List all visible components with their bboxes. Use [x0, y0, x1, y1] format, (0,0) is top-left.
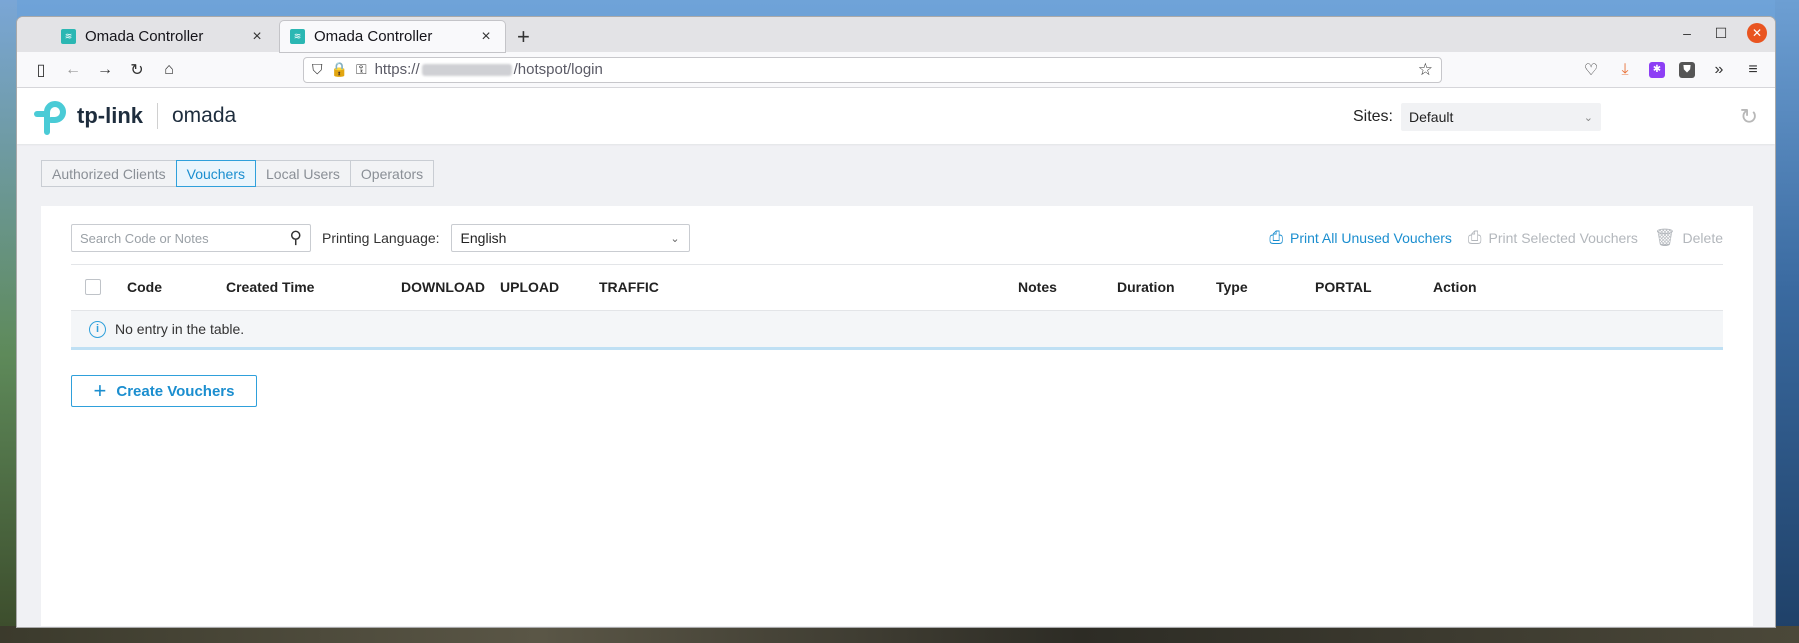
print-all-unused-button[interactable]: ⎙ Print All Unused Vouchers: [1269, 228, 1451, 248]
tab-title: Omada Controller: [314, 28, 433, 45]
plus-icon: +: [93, 378, 107, 403]
reload-icon[interactable]: ↻: [121, 56, 153, 84]
site-select[interactable]: Default ⌄: [1401, 103, 1601, 131]
delete-label: Delete: [1682, 230, 1723, 246]
chevron-down-icon: ⌄: [1583, 111, 1593, 124]
browser-window: ≋ Omada Controller × ≋ Omada Controller …: [17, 17, 1775, 627]
printer-icon: ⎙: [1467, 228, 1482, 247]
site-selector-group: Sites: Default ⌄: [1353, 103, 1601, 131]
toolbar-icons: ♡ ⤓ ✱ ⛊ » ≡: [1581, 60, 1767, 80]
empty-message: No entry in the table.: [115, 321, 245, 337]
search-icon[interactable]: ⚲: [290, 228, 302, 248]
shield-icon[interactable]: ⛉: [312, 61, 323, 78]
print-selected-label: Print Selected Vouchers: [1488, 230, 1638, 246]
lock-icon[interactable]: 🔒: [331, 61, 348, 78]
tab-vouchers[interactable]: Vouchers: [175, 160, 256, 187]
wifi-favicon-icon: ≋: [290, 29, 305, 44]
minimize-icon[interactable]: –: [1679, 25, 1695, 41]
voucher-actions: ⎙ Print All Unused Vouchers ⎙ Print Sele…: [1269, 228, 1723, 248]
column-header: Action: [1433, 279, 1477, 295]
bitwarden-icon[interactable]: ⛊: [1679, 61, 1695, 78]
column-header[interactable]: PORTAL: [1315, 279, 1372, 295]
create-vouchers-label: Create Vouchers: [116, 382, 235, 400]
sites-label: Sites:: [1352, 108, 1393, 125]
forward-icon[interactable]: →: [89, 56, 121, 84]
brand-name: tp-link: [77, 103, 143, 128]
tab-local-users[interactable]: Local Users: [255, 160, 351, 187]
tab-authorized-clients[interactable]: Authorized Clients: [41, 160, 177, 187]
overflow-icon[interactable]: »: [1709, 61, 1729, 79]
close-window-icon[interactable]: ✕: [1747, 23, 1767, 43]
search-placeholder: Search Code or Notes: [80, 230, 209, 246]
column-header[interactable]: Notes: [1018, 279, 1057, 295]
select-all-checkbox[interactable]: [85, 279, 101, 295]
maximize-icon[interactable]: ☐: [1713, 25, 1729, 42]
home-icon[interactable]: ⌂: [153, 56, 185, 84]
download-icon[interactable]: ⤓: [1615, 61, 1635, 79]
tab-strip: ≋ Omada Controller × ≋ Omada Controller …: [17, 17, 1775, 52]
printing-language-value: English: [460, 230, 507, 246]
url-path: /hotspot/login: [513, 61, 603, 78]
column-header[interactable]: Duration: [1117, 279, 1175, 295]
table-header: Code Created Time DOWNLOAD UPLOAD TRAFFI…: [71, 264, 1723, 310]
search-input[interactable]: Search Code or Notes ⚲: [71, 224, 311, 252]
url-bar[interactable]: ⛉ 🔒 ⚿ https:// /hotspot/login ☆: [303, 56, 1442, 83]
url-prefix: https://: [374, 61, 420, 78]
tab-close-icon[interactable]: ×: [248, 28, 266, 46]
tab-title: Omada Controller: [85, 28, 204, 45]
vouchers-toolbar: Search Code or Notes ⚲ Printing Language…: [71, 224, 1723, 252]
pocket-icon[interactable]: ♡: [1581, 60, 1601, 80]
browser-tab-2[interactable]: ≋ Omada Controller ×: [280, 21, 505, 52]
desktop-background-bottom: [0, 626, 1799, 643]
column-header[interactable]: Type: [1216, 279, 1248, 295]
trash-icon: 🗑: [1653, 228, 1676, 247]
omada-logo: omada: [172, 104, 237, 127]
site-select-value: Default: [1409, 109, 1454, 125]
printing-language-select[interactable]: English ⌄: [450, 224, 690, 252]
print-all-label: Print All Unused Vouchers: [1290, 230, 1452, 246]
printer-icon: ⎙: [1269, 228, 1284, 247]
column-header[interactable]: UPLOAD: [500, 279, 559, 295]
app-header: tp-link omada Sites: Default ⌄ ↻: [17, 88, 1775, 144]
tab-operators[interactable]: Operators: [349, 160, 435, 187]
tp-link-logo: tp-link: [33, 96, 143, 136]
sidebar-icon[interactable]: ▯: [25, 56, 57, 84]
desktop-background-left: [0, 0, 17, 643]
menu-icon[interactable]: ≡: [1743, 61, 1763, 79]
chevron-down-icon: ⌄: [670, 232, 680, 245]
desktop-background-right: [1775, 0, 1799, 643]
column-header[interactable]: Created Time: [226, 279, 314, 295]
wifi-favicon-icon: ≋: [61, 29, 76, 44]
tab-close-icon[interactable]: ×: [477, 28, 495, 46]
column-header[interactable]: TRAFFIC: [599, 279, 659, 295]
navigation-bar: ▯ ← → ↻ ⌂ ⛉ 🔒 ⚿ https:// /hotspot/login …: [17, 52, 1775, 88]
tp-link-logo-icon: [34, 101, 66, 135]
star-icon[interactable]: ☆: [1418, 60, 1433, 80]
refresh-icon[interactable]: ↻: [1740, 104, 1758, 130]
print-selected-button[interactable]: ⎙ Print Selected Vouchers: [1468, 228, 1638, 248]
create-vouchers-button[interactable]: + Create Vouchers: [71, 375, 257, 407]
delete-button[interactable]: 🗑 Delete: [1654, 228, 1723, 248]
new-tab-button[interactable]: +: [517, 21, 530, 52]
browser-tab-1[interactable]: ≋ Omada Controller ×: [51, 21, 276, 52]
printing-language-label: Printing Language:: [322, 230, 440, 246]
window-controls: – ☐ ✕: [1679, 23, 1767, 43]
column-header[interactable]: DOWNLOAD: [401, 279, 485, 295]
empty-table-row: i No entry in the table.: [71, 310, 1723, 350]
column-header[interactable]: Code: [127, 279, 162, 295]
url-host-redacted: [421, 63, 512, 76]
permissions-icon[interactable]: ⚿: [356, 61, 367, 78]
info-icon: i: [89, 320, 106, 338]
extension-icon[interactable]: ✱: [1649, 61, 1665, 78]
main-content: Authorized Clients Vouchers Local Users …: [17, 144, 1775, 626]
logo-divider: [157, 103, 158, 129]
back-icon[interactable]: ←: [57, 56, 89, 84]
hotspot-tabs: Authorized Clients Vouchers Local Users …: [41, 160, 1751, 187]
vouchers-panel: Search Code or Notes ⚲ Printing Language…: [41, 206, 1753, 626]
